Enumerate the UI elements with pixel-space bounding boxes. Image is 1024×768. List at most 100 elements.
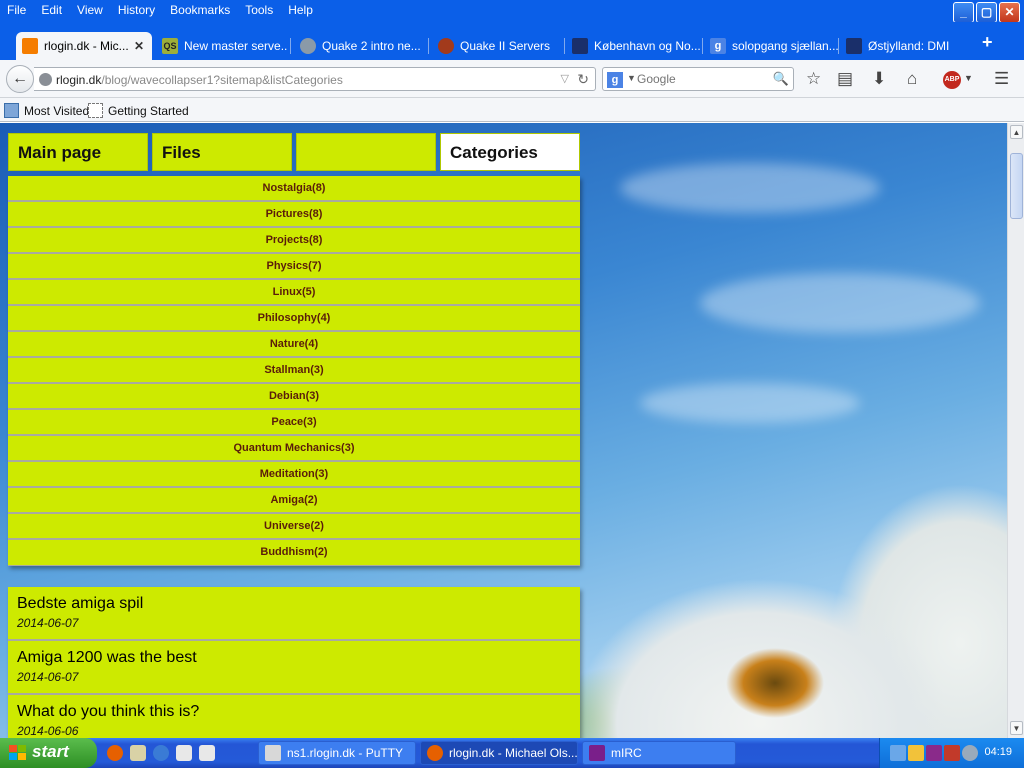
- quake-icon: [300, 38, 316, 54]
- quicklaunch-icon[interactable]: [130, 745, 146, 761]
- tab-ostjylland[interactable]: Østjylland: DMI: [840, 32, 974, 60]
- engine-dropdown-icon[interactable]: ▼: [627, 73, 636, 83]
- background-cloud: [620, 163, 880, 213]
- back-arrow-icon[interactable]: ←: [6, 65, 34, 93]
- tab-quake2-intro[interactable]: Quake 2 intro ne...: [294, 32, 424, 60]
- taskbar-firefox[interactable]: rlogin.dk - Michael Ols...: [420, 741, 578, 765]
- search-input[interactable]: [637, 71, 767, 87]
- home-icon[interactable]: ⌂: [907, 69, 917, 89]
- blogger-icon: [22, 38, 38, 54]
- category-quantum-mechanics[interactable]: Quantum Mechanics(3): [8, 436, 580, 462]
- category-debian[interactable]: Debian(3): [8, 384, 580, 410]
- category-universe[interactable]: Universe(2): [8, 514, 580, 540]
- background-cloud: [700, 273, 980, 333]
- post-title[interactable]: Bedste amiga spil: [17, 595, 580, 613]
- category-amiga[interactable]: Amiga(2): [8, 488, 580, 514]
- google-search-engine-icon[interactable]: g: [607, 72, 623, 88]
- menu-file[interactable]: File: [7, 3, 26, 17]
- post-title[interactable]: What do you think this is?: [17, 703, 580, 721]
- post-date: 2014-06-07: [17, 616, 79, 630]
- warning-icon[interactable]: [908, 745, 924, 761]
- menu-help[interactable]: Help: [288, 3, 313, 17]
- volume-icon[interactable]: [962, 745, 978, 761]
- category-buddhism[interactable]: Buddhism(2): [8, 540, 580, 566]
- menu-tools[interactable]: Tools: [245, 3, 273, 17]
- history-dropdown-icon[interactable]: ▽: [561, 72, 569, 85]
- window-controls: _ ▢ ✕: [953, 2, 1020, 23]
- close-tab-icon[interactable]: ✕: [134, 39, 144, 53]
- system-tray: 04:19: [879, 738, 1024, 768]
- adblock-plus-icon[interactable]: ABP: [943, 71, 961, 89]
- quicklaunch-icon[interactable]: [199, 745, 215, 761]
- putty-icon: [265, 745, 281, 761]
- bookmark-label: Most Visited: [24, 103, 90, 118]
- post-item[interactable]: Amiga 1200 was the best 2014-06-07: [8, 641, 580, 695]
- ie-quicklaunch-icon[interactable]: [153, 745, 169, 761]
- magnifier-icon[interactable]: 🔍: [773, 71, 789, 87]
- hamburger-menu-icon[interactable]: ☰: [994, 69, 1009, 89]
- category-linux[interactable]: Linux(5): [8, 280, 580, 306]
- qs-icon: QS: [162, 38, 178, 54]
- clock: 04:19: [984, 746, 1012, 758]
- scroll-down-icon[interactable]: ▼: [1010, 721, 1023, 735]
- close-window-button[interactable]: ✕: [999, 2, 1020, 23]
- page-content: Main page Files Categories Nostalgia(8) …: [0, 123, 1007, 738]
- tab-label: solopgang sjællan...: [732, 39, 838, 53]
- quicklaunch-icon[interactable]: [176, 745, 192, 761]
- reload-icon[interactable]: ↻: [577, 71, 589, 88]
- taskbar-putty[interactable]: ns1.rlogin.dk - PuTTY: [258, 741, 416, 765]
- bookmarks-menu-icon[interactable]: ▤: [837, 69, 853, 89]
- nav-categories[interactable]: Categories: [440, 133, 580, 171]
- tab-solopgang[interactable]: g solopgang sjællan...: [704, 32, 838, 60]
- scroll-up-icon[interactable]: ▲: [1010, 125, 1023, 139]
- firefox-quicklaunch-icon[interactable]: [107, 745, 123, 761]
- adblock-dropdown-icon[interactable]: ▼: [964, 73, 973, 83]
- category-list: Nostalgia(8) Pictures(8) Projects(8) Phy…: [8, 176, 580, 566]
- bookmark-star-icon[interactable]: ☆: [806, 69, 821, 89]
- mirc-tray-icon[interactable]: [926, 745, 942, 761]
- url-bar[interactable]: rlogin.dk/blog/wavecollapser1?sitemap&li…: [34, 67, 596, 91]
- tab-label: Quake II Servers: [460, 39, 551, 53]
- menu-bookmarks[interactable]: Bookmarks: [170, 3, 230, 17]
- bookmark-getting-started[interactable]: Getting Started: [88, 103, 189, 118]
- bookmarks-toolbar: Most Visited Getting Started: [0, 98, 1024, 122]
- bookmark-label: Getting Started: [108, 103, 189, 118]
- category-projects[interactable]: Projects(8): [8, 228, 580, 254]
- menu-view[interactable]: View: [77, 3, 103, 17]
- network-icon[interactable]: [890, 745, 906, 761]
- antivirus-icon[interactable]: [944, 745, 960, 761]
- menu-edit[interactable]: Edit: [41, 3, 62, 17]
- new-tab-plus-icon[interactable]: +: [982, 32, 993, 53]
- menu-history[interactable]: History: [118, 3, 155, 17]
- nav-blank[interactable]: [296, 133, 436, 171]
- tab-rlogin[interactable]: rlogin.dk - Mic... ✕: [16, 32, 152, 60]
- taskbar-label: ns1.rlogin.dk - PuTTY: [287, 746, 404, 760]
- nav-main-page[interactable]: Main page: [8, 133, 148, 171]
- category-pictures[interactable]: Pictures(8): [8, 202, 580, 228]
- taskbar-label: mIRC: [611, 746, 642, 760]
- downloads-icon[interactable]: ⬇: [872, 69, 886, 89]
- category-stallman[interactable]: Stallman(3): [8, 358, 580, 384]
- category-physics[interactable]: Physics(7): [8, 254, 580, 280]
- category-philosophy[interactable]: Philosophy(4): [8, 306, 580, 332]
- tab-new-master[interactable]: QS New master serve...: [156, 32, 288, 60]
- post-title[interactable]: Amiga 1200 was the best: [17, 649, 580, 667]
- tab-quake-servers[interactable]: Quake II Servers: [432, 32, 562, 60]
- category-nature[interactable]: Nature(4): [8, 332, 580, 358]
- start-button[interactable]: start: [0, 738, 97, 768]
- bookmark-most-visited[interactable]: Most Visited: [4, 103, 89, 118]
- taskbar-mirc[interactable]: mIRC: [582, 741, 736, 765]
- crown-icon: [846, 38, 862, 54]
- post-item[interactable]: What do you think this is? 2014-06-06: [8, 695, 580, 738]
- category-peace[interactable]: Peace(3): [8, 410, 580, 436]
- tab-kobenhavn[interactable]: København og No...: [566, 32, 700, 60]
- nav-files[interactable]: Files: [152, 133, 292, 171]
- crown-icon: [572, 38, 588, 54]
- post-item[interactable]: Bedste amiga spil 2014-06-07: [8, 587, 580, 641]
- vertical-scrollbar[interactable]: ▲ ▼: [1007, 123, 1024, 738]
- scrollbar-thumb[interactable]: [1010, 153, 1023, 219]
- maximize-button[interactable]: ▢: [976, 2, 997, 23]
- category-meditation[interactable]: Meditation(3): [8, 462, 580, 488]
- category-nostalgia[interactable]: Nostalgia(8): [8, 176, 580, 202]
- minimize-button[interactable]: _: [953, 2, 974, 23]
